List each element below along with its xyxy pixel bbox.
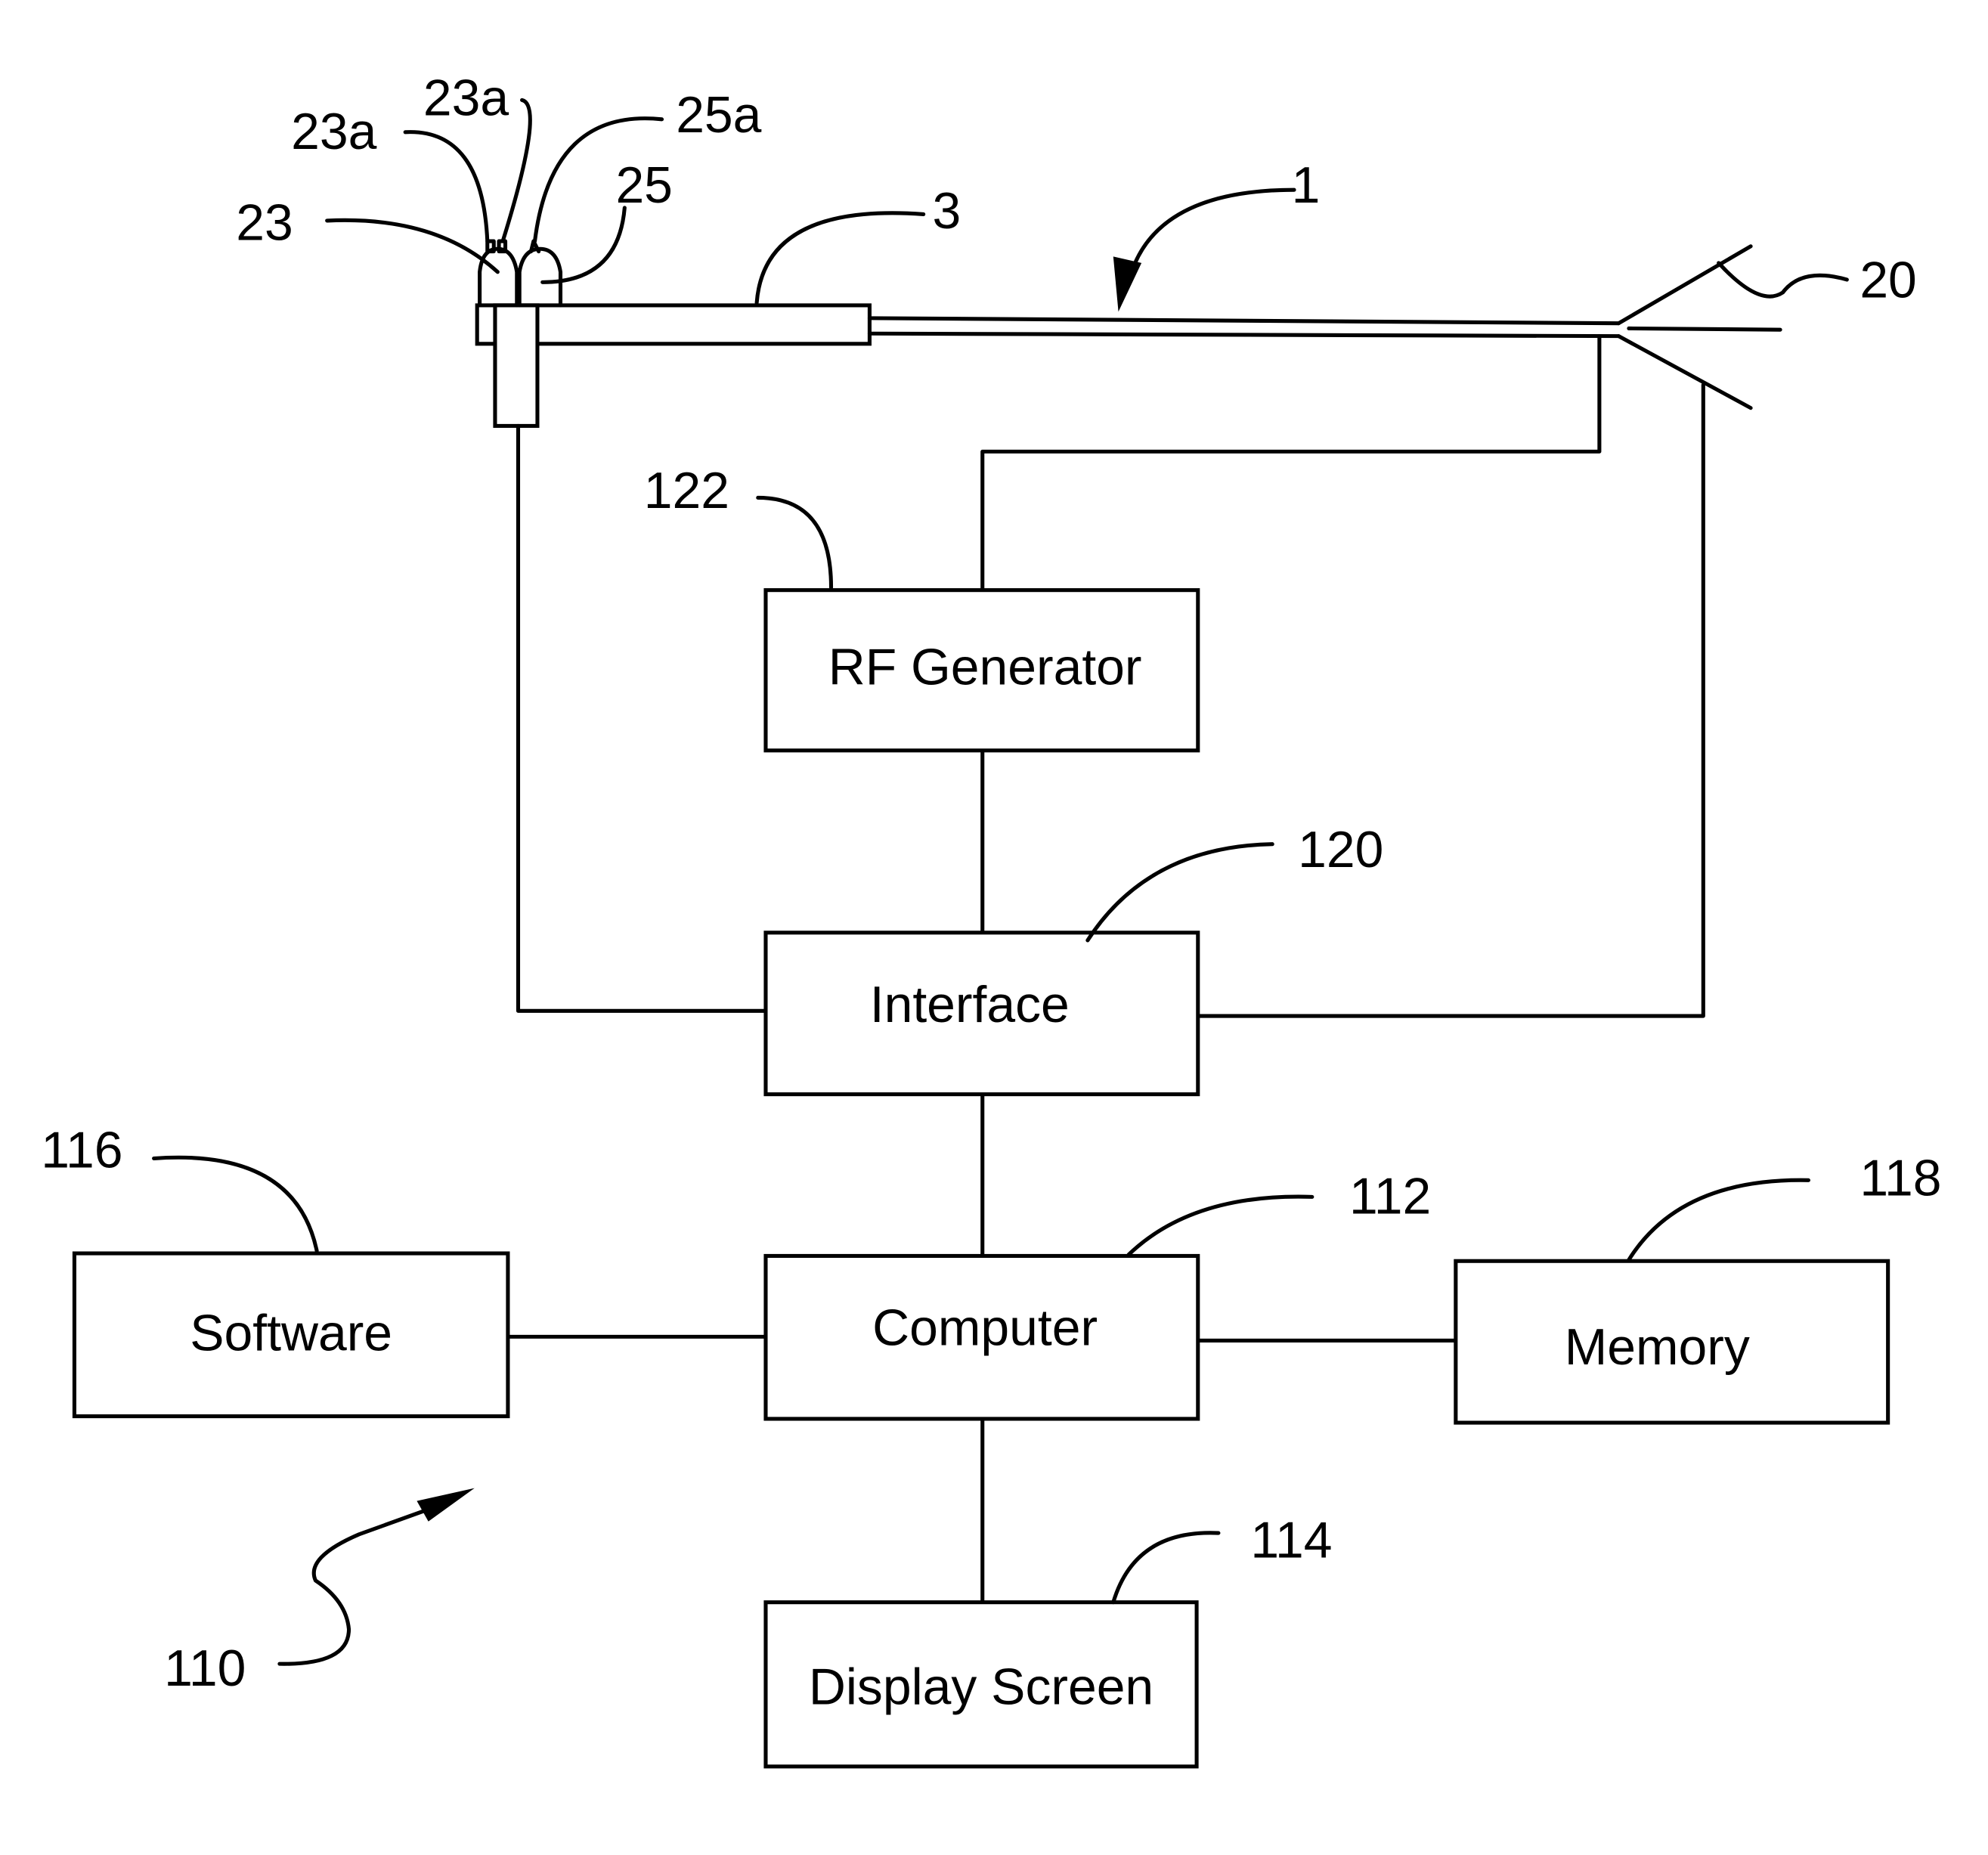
leader-122 bbox=[756, 495, 834, 590]
leader-20 bbox=[1717, 261, 1849, 299]
memory-block: Memory bbox=[1454, 1259, 1890, 1425]
button-25 bbox=[517, 246, 563, 308]
wire-tine-to-interface bbox=[1196, 382, 1705, 1018]
leader-3 bbox=[754, 211, 926, 305]
ref-25: 25 bbox=[615, 157, 672, 214]
ref-116: 116 bbox=[41, 1122, 122, 1178]
handle-connector bbox=[493, 303, 540, 428]
ref-25a: 25a bbox=[676, 87, 761, 144]
leader-112 bbox=[1126, 1194, 1314, 1257]
memory-label: Memory bbox=[1565, 1319, 1750, 1376]
leader-23 bbox=[325, 218, 500, 274]
leader-114 bbox=[1111, 1531, 1221, 1605]
ref-114: 114 bbox=[1250, 1512, 1332, 1569]
leader-116 bbox=[152, 1155, 319, 1253]
leader-23a-left bbox=[403, 130, 490, 243]
ref-122: 122 bbox=[644, 463, 729, 519]
display-screen-label: Display Screen bbox=[809, 1659, 1153, 1716]
wire-shaft-to-rf bbox=[980, 334, 1602, 593]
tine-middle bbox=[1627, 326, 1782, 332]
shaft-top bbox=[867, 316, 1621, 326]
computer-block: Computer bbox=[763, 1253, 1200, 1421]
ref-112: 112 bbox=[1349, 1168, 1431, 1225]
button-23 bbox=[478, 246, 519, 308]
rf-generator-block: RF Generator bbox=[763, 588, 1200, 753]
leader-118 bbox=[1627, 1178, 1810, 1262]
tine-lower bbox=[1616, 334, 1753, 410]
reference-numerals: 23 23a 23a 25a 25 3 1 20 122 120 116 112… bbox=[41, 70, 1941, 1697]
leader-25 bbox=[540, 206, 627, 284]
arrowhead-110 bbox=[416, 1488, 475, 1522]
ref-23: 23 bbox=[236, 194, 293, 251]
leader-120 bbox=[1085, 842, 1274, 943]
rf-generator-label: RF Generator bbox=[828, 639, 1142, 695]
ref-3: 3 bbox=[933, 183, 961, 240]
shaft-bottom bbox=[867, 331, 1621, 339]
ref-23a-right: 23a bbox=[423, 70, 509, 127]
software-block: Software bbox=[72, 1251, 510, 1419]
ref-20: 20 bbox=[1859, 252, 1916, 309]
ref-1: 1 bbox=[1292, 157, 1321, 214]
interface-label: Interface bbox=[870, 977, 1070, 1033]
tine-upper bbox=[1616, 244, 1753, 326]
leader-110 bbox=[277, 1509, 426, 1666]
computer-label: Computer bbox=[872, 1300, 1098, 1357]
ref-120: 120 bbox=[1298, 822, 1383, 878]
ref-23a-left: 23a bbox=[291, 104, 376, 160]
ref-110: 110 bbox=[164, 1640, 246, 1697]
block-diagram: RF Generator Interface Computer Software… bbox=[41, 70, 1941, 1769]
interface-block: Interface bbox=[763, 931, 1200, 1097]
leader-1 bbox=[1133, 187, 1296, 265]
arrowhead-1 bbox=[1113, 256, 1142, 312]
ref-118: 118 bbox=[1859, 1150, 1941, 1207]
display-screen-block: Display Screen bbox=[763, 1600, 1199, 1769]
software-label: Software bbox=[190, 1305, 392, 1361]
